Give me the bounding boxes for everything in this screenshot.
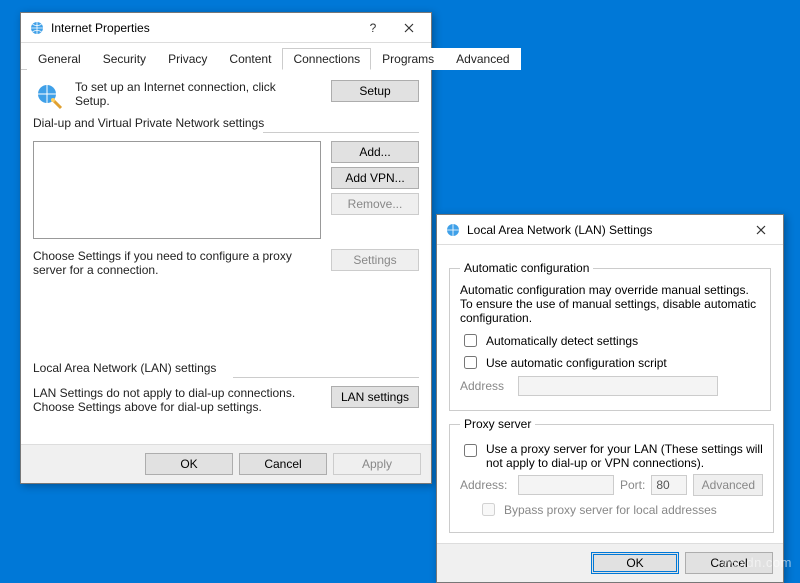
window-title: Internet Properties [51,21,355,35]
lan-content: Automatic configuration Automatic config… [437,245,783,543]
tab-content-area: To set up an Internet connection, click … [21,70,431,444]
choose-settings-text: Choose Settings if you need to configure… [33,249,311,277]
connections-listbox[interactable] [33,141,321,239]
use-proxy-checkbox[interactable]: Use a proxy server for your LAN (These s… [460,442,763,470]
bypass-input [482,503,495,516]
tab-security[interactable]: Security [92,48,157,70]
lan-settings-button[interactable]: LAN settings [331,386,419,408]
auto-text: Automatic configuration may override man… [460,283,760,325]
proxy-port-label: Port: [620,478,645,492]
cancel-button[interactable]: Cancel [239,453,327,475]
tab-advanced[interactable]: Advanced [445,48,520,70]
window-title: Local Area Network (LAN) Settings [467,223,743,237]
auto-legend: Automatic configuration [460,261,593,275]
globe-gear-icon [29,20,45,36]
proxy-address-row: Address: Port: Advanced [460,474,763,496]
dialup-legend: Dial-up and Virtual Private Network sett… [33,116,268,130]
setup-text: To set up an Internet connection, click … [75,80,311,108]
auto-script-checkbox[interactable]: Use automatic configuration script [460,353,760,372]
tab-content[interactable]: Content [218,48,282,70]
auto-script-input[interactable] [464,356,477,369]
tabs: General Security Privacy Content Connect… [21,43,431,70]
proxy-address-input [518,475,614,495]
titlebar: Local Area Network (LAN) Settings [437,215,783,245]
tab-programs[interactable]: Programs [371,48,445,70]
automatic-config-group: Automatic configuration Automatic config… [449,261,771,411]
lan-settings-window: Local Area Network (LAN) Settings Automa… [436,214,784,583]
proxy-address-label: Address: [460,478,512,492]
settings-button: Settings [331,249,419,271]
auto-detect-checkbox[interactable]: Automatically detect settings [460,331,760,350]
watermark: wsxdn.com [722,555,792,570]
help-button[interactable]: ? [355,14,391,42]
advanced-button: Advanced [693,474,763,496]
internet-properties-window: Internet Properties ? General Security P… [20,12,432,484]
ok-button[interactable]: OK [591,552,679,574]
apply-button: Apply [333,453,421,475]
setup-button[interactable]: Setup [331,80,419,102]
tab-connections[interactable]: Connections [282,48,371,70]
bypass-label: Bypass proxy server for local addresses [504,503,717,517]
script-address-field: Address [460,376,760,396]
ok-button[interactable]: OK [145,453,233,475]
tab-general[interactable]: General [27,48,92,70]
auto-script-label: Use automatic configuration script [486,356,667,370]
bypass-checkbox: Bypass proxy server for local addresses [478,500,763,519]
lan-group: Local Area Network (LAN) settings LAN Se… [33,369,419,434]
titlebar: Internet Properties ? [21,13,431,43]
proxy-port-input [651,475,687,495]
remove-button: Remove... [331,193,419,215]
use-proxy-label: Use a proxy server for your LAN (These s… [486,442,763,470]
auto-detect-input[interactable] [464,334,477,347]
add-button[interactable]: Add... [331,141,419,163]
dialup-group: Dial-up and Virtual Private Network sett… [33,124,419,297]
close-button[interactable] [743,216,779,244]
script-address-input [518,376,718,396]
close-button[interactable] [391,14,427,42]
globe-wand-icon [33,80,65,112]
use-proxy-input[interactable] [464,444,477,457]
proxy-group: Proxy server Use a proxy server for your… [449,417,774,533]
lan-text: LAN Settings do not apply to dial-up con… [33,386,311,414]
address-label: Address [460,379,512,393]
lan-legend: Local Area Network (LAN) settings [33,361,220,375]
dialog-buttons: OK Cancel Apply [21,444,431,483]
globe-icon [445,222,461,238]
tab-privacy[interactable]: Privacy [157,48,218,70]
proxy-legend: Proxy server [460,417,535,431]
add-vpn-button[interactable]: Add VPN... [331,167,419,189]
auto-detect-label: Automatically detect settings [486,334,638,348]
